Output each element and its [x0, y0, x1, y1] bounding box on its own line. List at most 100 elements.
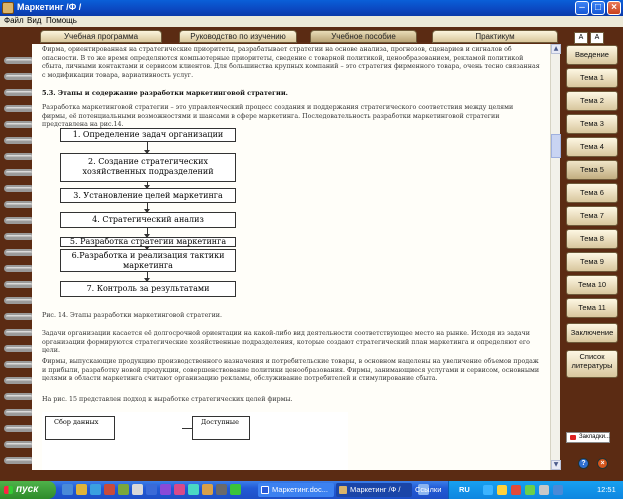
tab-textbook[interactable]: Учебное пособие [310, 30, 417, 43]
spiral-ring [4, 201, 34, 208]
spiral-ring [4, 409, 34, 416]
flow-step-6: 6.Разработка и реализация тактики маркет… [60, 249, 236, 272]
window-title: Маркетинг /Ф / [17, 2, 82, 12]
nav-item-5[interactable]: Тема 4 [566, 137, 618, 157]
app-icon [2, 2, 14, 14]
flow-step-1: 1. Определение задач организации [60, 128, 236, 142]
quicklaunch-folder-icon[interactable] [76, 484, 87, 495]
spiral-ring [4, 361, 34, 368]
quicklaunch-app-icon[interactable] [118, 484, 129, 495]
nav-item-13[interactable]: Заключение [566, 323, 618, 343]
flow-step-4: 4. Стратегический анализ [60, 212, 236, 228]
nav-item-6[interactable]: Тема 5 [566, 160, 618, 180]
spiral-ring [4, 393, 34, 400]
nav-item-3[interactable]: Тема 2 [566, 91, 618, 111]
nav-item-14[interactable]: Список литературы [566, 350, 618, 378]
spiral-ring [4, 425, 34, 432]
nav-item-11[interactable]: Тема 10 [566, 275, 618, 295]
taskbar-item-label: Маркетинг /Ф / [350, 485, 401, 494]
tray-icon[interactable] [511, 485, 521, 495]
application-window: Маркетинг /Ф / – □ × Файл Вид Помощь Уче… [0, 0, 623, 499]
tray-icon[interactable] [497, 485, 507, 495]
close-button[interactable]: × [607, 1, 621, 15]
quicklaunch-app-icon[interactable] [104, 484, 115, 495]
fig2-box-available: Доступные [192, 416, 250, 440]
quicklaunch-word-icon[interactable] [146, 484, 157, 495]
nav-item-9[interactable]: Тема 8 [566, 229, 618, 249]
spiral-ring [4, 105, 34, 112]
maximize-button[interactable]: □ [591, 1, 605, 15]
spiral-ring [4, 345, 34, 352]
title-bar[interactable]: Маркетинг /Ф / – □ × [0, 0, 623, 16]
nav-item-12[interactable]: Тема 11 [566, 298, 618, 318]
spiral-ring [4, 233, 34, 240]
scroll-down-arrow[interactable]: ▼ [551, 460, 561, 470]
spiral-ring [4, 329, 34, 336]
tray-icon[interactable] [525, 485, 535, 495]
nav-item-7[interactable]: Тема 6 [566, 183, 618, 203]
spiral-ring [4, 89, 34, 96]
page-scrollbar[interactable]: ▲ ▼ [550, 44, 561, 470]
flow-arrow [144, 228, 150, 238]
tab-practicum[interactable]: Практикум [432, 30, 558, 43]
menu-view[interactable]: Вид [27, 16, 41, 25]
font-increase-button[interactable]: A [590, 32, 604, 44]
minimize-button[interactable]: – [575, 1, 589, 15]
spiral-ring [4, 169, 34, 176]
spiral-ring [4, 185, 34, 192]
quicklaunch-app-icon[interactable] [160, 484, 171, 495]
nav-item-2[interactable]: Тема 1 [566, 68, 618, 88]
paragraph-1: Фирма, ориентированная на стратегические… [42, 46, 540, 79]
spiral-ring [4, 265, 34, 272]
paragraph-4: Фирмы, выпускающие продукцию производств… [42, 358, 540, 382]
font-decrease-button[interactable]: A [574, 32, 588, 44]
bookmarks-button[interactable]: Закладки... [566, 432, 610, 443]
spiral-ring [4, 281, 34, 288]
taskbar-item-label: Маркетинг.doc... [272, 485, 328, 494]
links-toolbar[interactable]: Ссылки [415, 481, 441, 499]
quicklaunch-app-icon[interactable] [230, 484, 241, 495]
spiral-ring [4, 57, 34, 64]
nav-item-4[interactable]: Тема 3 [566, 114, 618, 134]
tab-study-guide[interactable]: Руководство по изучению [179, 30, 297, 43]
fig2-box-data: Сбор данных [45, 416, 115, 440]
scroll-thumb[interactable] [551, 134, 561, 158]
scroll-up-arrow[interactable]: ▲ [551, 44, 561, 54]
quicklaunch-app-icon[interactable] [174, 484, 185, 495]
menu-help[interactable]: Помощь [46, 16, 77, 25]
top-tabs: Учебная программа Руководство по изучени… [40, 30, 558, 44]
spiral-ring [4, 153, 34, 160]
menu-file[interactable]: Файл [4, 16, 24, 25]
system-tray: Ссылки RU 12:51 [415, 481, 623, 499]
book-area: Учебная программа Руководство по изучени… [0, 27, 623, 481]
quicklaunch-app-icon[interactable] [132, 484, 143, 495]
quicklaunch-ie-icon[interactable] [62, 484, 73, 495]
paragraph-5: На рис. 15 представлен подход к выработк… [42, 396, 293, 403]
taskbar-item-word[interactable]: Маркетинг.doc... [258, 483, 334, 497]
paragraph-2: Разработка маркетинговой стратегии – это… [42, 104, 514, 128]
quicklaunch-app-icon[interactable] [216, 484, 227, 495]
quicklaunch-media-icon[interactable] [90, 484, 101, 495]
nav-item-1[interactable]: Введение [566, 45, 618, 65]
help-icon[interactable]: ? [578, 458, 589, 469]
fig2-connector [182, 428, 192, 429]
nav-item-10[interactable]: Тема 9 [566, 252, 618, 272]
start-button[interactable]: пуск [0, 481, 56, 499]
tray-icon[interactable] [553, 485, 563, 495]
flow-step-3: 3. Установление целей маркетинга [60, 188, 236, 203]
flow-arrow [144, 203, 150, 213]
tab-program[interactable]: Учебная программа [40, 30, 162, 43]
taskbar-item-marketing[interactable]: Маркетинг /Ф / [336, 483, 412, 497]
language-indicator[interactable]: RU [459, 481, 470, 499]
spiral-ring [4, 297, 34, 304]
tray-icon[interactable] [539, 485, 549, 495]
flow-step-2: 2. Создание стратегических хозяйственных… [60, 153, 236, 182]
spiral-ring [4, 377, 34, 384]
quicklaunch-app-icon[interactable] [202, 484, 213, 495]
quicklaunch-app-icon[interactable] [188, 484, 199, 495]
spiral-ring [4, 217, 34, 224]
nav-item-8[interactable]: Тема 7 [566, 206, 618, 226]
clock: 12:51 [597, 485, 616, 494]
exit-icon[interactable]: × [597, 458, 608, 469]
tray-icon[interactable] [483, 485, 493, 495]
